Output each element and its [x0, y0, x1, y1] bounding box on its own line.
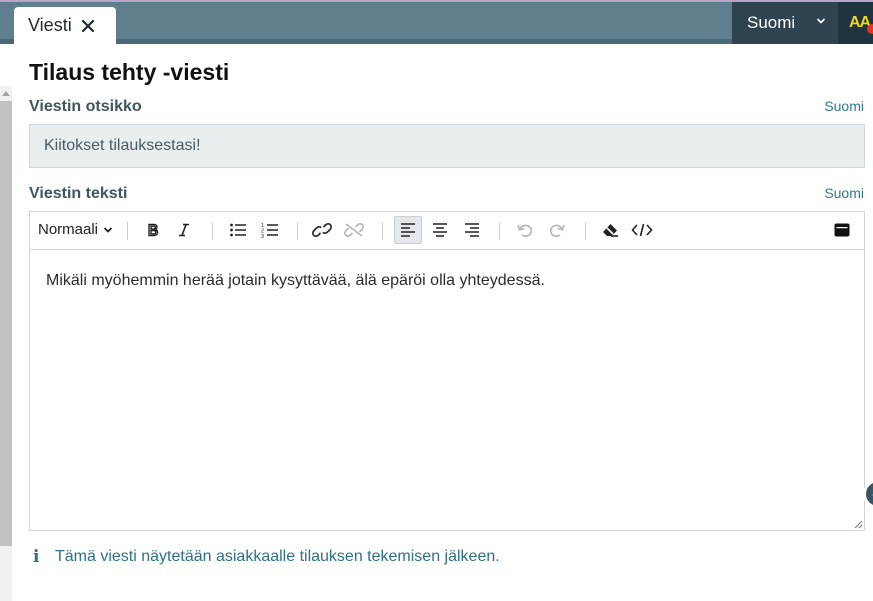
toolbar-divider [127, 222, 128, 240]
info-notice: i Tämä viesti näytetään asiakkaalle tila… [33, 547, 500, 567]
link-icon[interactable] [308, 216, 336, 244]
fullscreen-icon[interactable] [828, 216, 856, 244]
accessibility-button[interactable]: AA [838, 2, 873, 44]
info-text: Tämä viesti näytetään asiakkaalle tilauk… [55, 548, 500, 565]
undo-icon[interactable] [511, 216, 539, 244]
code-view-icon[interactable] [628, 216, 656, 244]
editor-toolbar: Normaali 123 [30, 212, 864, 250]
chevron-down-icon [816, 17, 826, 25]
editor-paragraph: Mikäli myöhemmin herää jotain kysyttävää… [46, 272, 545, 289]
align-left-icon[interactable] [394, 216, 422, 244]
format-select-label: Normaali [38, 221, 99, 238]
editor-content[interactable]: Mikäli myöhemmin herää jotain kysyttävää… [30, 250, 864, 530]
toolbar-divider [297, 222, 298, 240]
chevron-down-icon [98, 226, 113, 234]
numbered-list-icon[interactable]: 123 [256, 216, 284, 244]
info-icon: i [33, 547, 40, 567]
close-icon[interactable] [81, 19, 95, 33]
subject-language-link[interactable]: Suomi [824, 98, 864, 114]
bullet-list-icon[interactable] [224, 216, 252, 244]
unlink-icon[interactable] [340, 216, 368, 244]
redo-icon[interactable] [543, 216, 571, 244]
resize-handle-icon[interactable] [854, 520, 863, 529]
body-label: Viestin teksti [29, 185, 128, 202]
clear-format-icon[interactable] [596, 216, 624, 244]
subject-label: Viestin otsikko [29, 98, 142, 115]
toolbar-divider [585, 222, 586, 240]
align-center-icon[interactable] [426, 216, 454, 244]
language-switch-button[interactable]: Suomi [732, 2, 838, 44]
toolbar-divider [212, 222, 213, 240]
scrollbar[interactable] [0, 86, 12, 601]
scroll-up-icon[interactable] [2, 90, 10, 96]
align-right-icon[interactable] [458, 216, 486, 244]
body-language-link[interactable]: Suomi [824, 185, 864, 201]
subject-input[interactable] [29, 124, 865, 168]
format-select[interactable]: Normaali [38, 221, 113, 238]
italic-icon[interactable] [170, 216, 198, 244]
svg-text:3: 3 [261, 234, 264, 238]
tab-viesti[interactable]: Viesti [14, 7, 116, 44]
notification-dot [867, 24, 873, 34]
tab-label: Viesti [28, 15, 72, 35]
scrollbar-thumb[interactable] [0, 101, 12, 546]
bold-icon[interactable] [139, 216, 167, 244]
toolbar-divider [382, 222, 383, 240]
page-title: Tilaus tehty -viesti [29, 59, 230, 85]
rich-text-editor: Normaali 123 Mikäli myöhemmin herää jota… [29, 211, 865, 531]
language-switch-label: Suomi [747, 13, 796, 32]
toolbar-divider [499, 222, 500, 240]
